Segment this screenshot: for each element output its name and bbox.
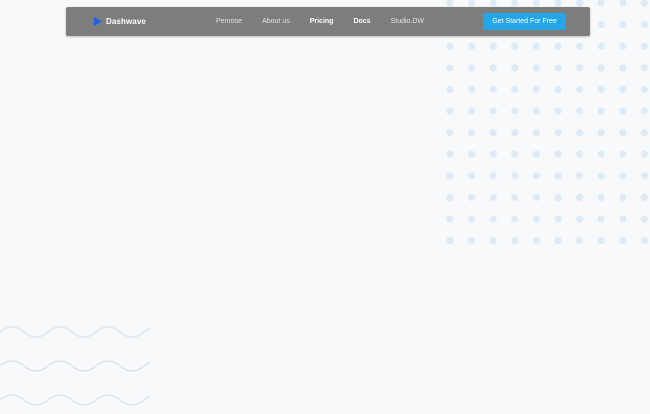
- get-started-button[interactable]: Get Started For Free: [483, 13, 566, 30]
- nav-link-pricing[interactable]: Pricing: [310, 18, 334, 25]
- dot-grid-decoration: [440, 0, 650, 250]
- brand-name: Dashwave: [106, 17, 146, 26]
- brand-logo[interactable]: Dashwave: [94, 7, 146, 36]
- play-triangle-icon: [94, 17, 102, 26]
- top-scribble-decoration: [66, 0, 326, 6]
- nav-link-studio-dw[interactable]: Studio.DW: [391, 18, 424, 25]
- nav-link-about-us[interactable]: About us: [262, 18, 290, 25]
- wave-decoration: [0, 316, 150, 414]
- nav-link-penrose[interactable]: Penrose: [216, 18, 242, 25]
- navbar: Dashwave Penrose About us Pricing Docs S…: [66, 7, 590, 36]
- nav-link-docs[interactable]: Docs: [353, 18, 370, 25]
- nav-links: Penrose About us Pricing Docs Studio.DW: [216, 7, 424, 36]
